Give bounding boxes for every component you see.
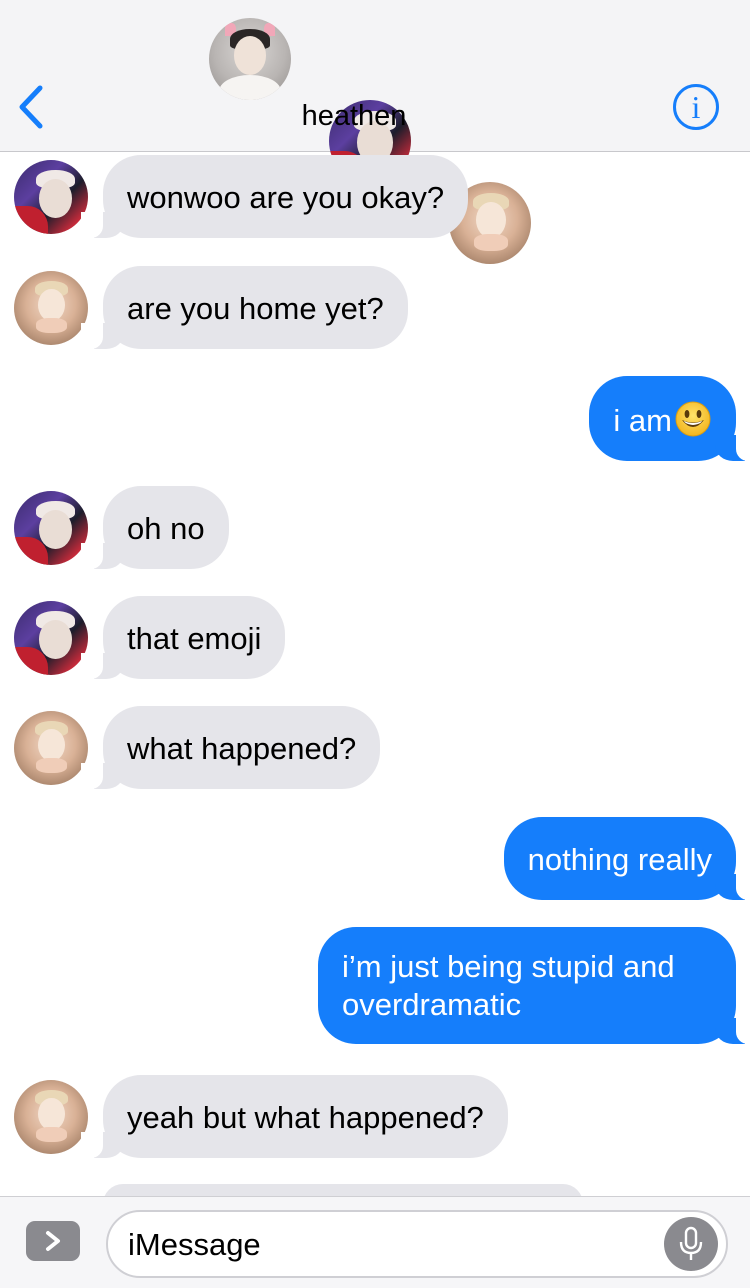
chevron-right-icon [46,1231,60,1251]
microphone-icon [679,1226,703,1260]
incoming-message[interactable]: what happened? [80,706,381,789]
incoming-message[interactable]: that emoji [80,596,286,679]
avatar [14,601,88,675]
incoming-message[interactable]: are you home yet? [81,266,408,349]
message-input[interactable]: iMessage [106,1210,728,1278]
incoming-message-partial [103,1184,583,1196]
message-placeholder: iMessage [128,1227,261,1262]
avatar [14,271,88,345]
info-icon: i [691,89,701,125]
group-name[interactable]: heathen [0,100,708,133]
outgoing-message[interactable]: i’m just being stupid and overdramatic [318,927,750,1044]
avatar[interactable] [209,18,291,100]
apps-button[interactable] [26,1221,80,1261]
incoming-message[interactable]: wonwoo are you okay? [80,155,469,238]
incoming-message[interactable]: yeah but what happened? [81,1075,508,1158]
input-bar: iMessage [0,1196,750,1288]
avatar [14,1080,88,1154]
incoming-message[interactable]: oh no [81,486,229,569]
message-thread[interactable]: wonwoo are you okay? are you home yet? i… [0,152,750,1196]
outgoing-message[interactable]: i am [589,376,750,461]
info-button[interactable]: i [673,84,719,130]
avatar [14,160,88,234]
avatar [14,711,88,785]
outgoing-message[interactable]: nothing really [503,817,750,900]
conversation-header: heathen i [0,0,750,264]
microphone-button[interactable] [664,1217,718,1271]
avatar [14,491,88,565]
smiling-face-emoji [675,401,711,437]
